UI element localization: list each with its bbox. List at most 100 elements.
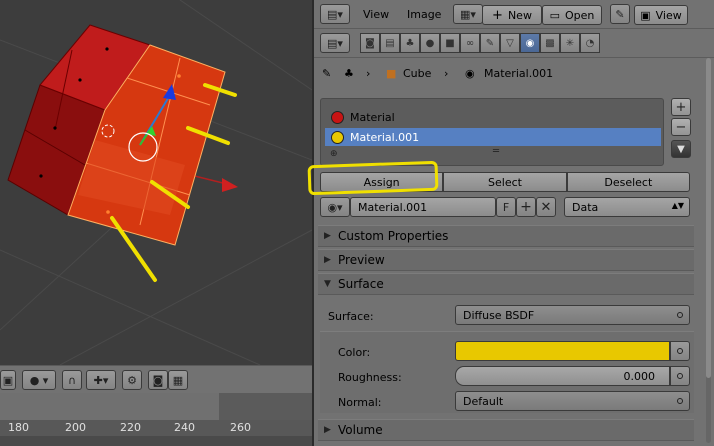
open-image-button[interactable]: ▭ Open	[542, 5, 602, 25]
panel-preview[interactable]: ▶ Preview	[318, 249, 694, 271]
new-material-plus-icon[interactable]: +	[516, 197, 536, 217]
link-dropdown[interactable]: Data ▲▼	[564, 197, 690, 217]
view-mode-icon[interactable]: ▣	[0, 370, 16, 390]
panel-custom-properties[interactable]: ▶ Custom Properties	[318, 225, 694, 247]
material-tab-icon[interactable]: ◉	[520, 33, 540, 53]
plus-icon: +	[492, 7, 503, 23]
scene-icon: ♣	[344, 67, 354, 80]
timeline-tick: 220	[120, 421, 141, 434]
breadcrumb: ✎ ♣ › ■ Cube › ◉ Material.001	[314, 58, 714, 88]
render-layers-tab-icon[interactable]: ▤	[380, 33, 400, 53]
select-button[interactable]: Select	[443, 172, 567, 192]
timeline-ruler[interactable]	[0, 420, 312, 436]
material-browse-dropdown[interactable]: ◉▾	[320, 197, 350, 217]
color-label: Color:	[338, 346, 371, 359]
material-icon: ◉	[465, 67, 475, 80]
menu-image[interactable]: Image	[407, 8, 441, 21]
properties-header: ▤▾ ◙ ▤ ♣ ● ■ ∞ ✎ ▽ ◉ ▩ ✳ ◔	[314, 29, 714, 58]
particles-tab-icon[interactable]: ✳	[560, 33, 580, 53]
updown-arrow-icon: ▲▼	[671, 201, 684, 210]
editor-type-dropdown-props[interactable]: ▤▾	[320, 33, 350, 53]
breadcrumb-material: Material.001	[484, 67, 554, 80]
fake-user-button[interactable]: F	[496, 197, 516, 217]
normal-field[interactable]: Default	[455, 391, 690, 411]
image-browse-dropdown[interactable]: ▦▾	[453, 4, 483, 24]
timeline[interactable]: 180 200 220 240 260	[0, 393, 312, 446]
timeline-tick: 260	[230, 421, 251, 434]
render-icon[interactable]: ◙	[148, 370, 168, 390]
snap-icon[interactable]: ∩	[62, 370, 82, 390]
unlink-material-icon[interactable]: ✕	[536, 197, 556, 217]
object-icon: ■	[386, 67, 397, 80]
roughness-slider[interactable]: 0.000	[455, 366, 670, 386]
annotation-highlight	[307, 160, 439, 196]
data-tab-icon[interactable]: ▽	[500, 33, 520, 53]
deselect-button[interactable]: Deselect	[566, 172, 690, 192]
pivot-dropdown[interactable]: ✚▾	[86, 370, 116, 390]
viewport-header: ▣ ● ▾ ∩ ✚▾ ⚙ ◙ ▦	[0, 365, 312, 393]
menu-view[interactable]: View	[363, 8, 389, 21]
material-preview-icon	[331, 110, 344, 124]
context-tabs: ◙ ▤ ♣ ● ■ ∞ ✎ ▽ ◉ ▩ ✳ ◔	[360, 33, 610, 53]
add-slot-button[interactable]: +	[671, 98, 691, 116]
material-preview-icon	[331, 130, 344, 144]
scrollbar[interactable]	[706, 58, 711, 443]
remove-slot-button[interactable]: −	[671, 118, 691, 136]
modifiers-tab-icon[interactable]: ✎	[480, 33, 500, 53]
editor-type-dropdown[interactable]: ▤▾	[320, 4, 350, 24]
image-icon: ▣	[640, 8, 651, 22]
timeline-range-outside	[219, 393, 312, 420]
viewport-canvas	[0, 0, 312, 365]
material-name-field[interactable]: Material.001	[350, 197, 496, 217]
resize-handle-icon[interactable]: ═	[493, 146, 499, 157]
render-tab-icon[interactable]: ◙	[360, 33, 380, 53]
new-image-button[interactable]: + New	[482, 5, 542, 25]
pin-icon[interactable]: ✎	[322, 67, 331, 80]
panel-surface[interactable]: ▼ Surface	[318, 273, 694, 295]
surface-label: Surface:	[328, 310, 374, 323]
chevron-right-icon: ›	[444, 67, 449, 80]
image-editor-header: ▤▾ View Image ▦▾ + New ▭ Open ✎ ▣ View	[314, 0, 714, 29]
expand-triangle-icon: ▶	[324, 255, 331, 265]
roughness-socket-button[interactable]	[670, 366, 690, 386]
chevron-right-icon: ›	[366, 67, 371, 80]
properties-editor: ▤▾ View Image ▦▾ + New ▭ Open ✎ ▣ View ▤…	[307, 0, 714, 446]
roughness-value: 0.000	[623, 370, 656, 383]
x-axis-arrow	[222, 178, 238, 192]
clapboard-icon[interactable]: ▦	[168, 370, 188, 390]
physics-tab-icon[interactable]: ◔	[580, 33, 600, 53]
slot-specials-dropdown[interactable]: ▼	[671, 140, 691, 158]
timeline-tick: 200	[65, 421, 86, 434]
timeline-tick: 240	[174, 421, 195, 434]
filter-icon[interactable]: ⊕	[330, 149, 338, 159]
pin-icon[interactable]: ✎	[610, 4, 630, 24]
socket-icon	[677, 398, 683, 404]
panel-volume[interactable]: ▶ Volume	[318, 419, 694, 441]
object-tab-icon[interactable]: ■	[440, 33, 460, 53]
expand-triangle-icon: ▶	[324, 425, 331, 435]
folder-icon: ▭	[549, 8, 560, 22]
normal-label: Normal:	[338, 396, 382, 409]
collapse-triangle-icon: ▼	[324, 279, 331, 289]
scrollbar-thumb[interactable]	[706, 58, 711, 378]
timeline-tick: 180	[8, 421, 29, 434]
roughness-label: Roughness:	[338, 371, 402, 384]
surface-shader-field[interactable]: Diffuse BSDF	[455, 305, 690, 325]
material-slot-list[interactable]: Material Material.001 ⊕ ═	[320, 98, 664, 166]
socket-icon	[677, 348, 683, 354]
shading-dropdown[interactable]: ● ▾	[22, 370, 56, 390]
proportional-edit-icon[interactable]: ⚙	[122, 370, 142, 390]
color-socket-button[interactable]	[670, 341, 690, 361]
world-tab-icon[interactable]: ●	[420, 33, 440, 53]
texture-tab-icon[interactable]: ▩	[540, 33, 560, 53]
view-mode-dropdown[interactable]: ▣ View	[634, 5, 688, 25]
expand-triangle-icon: ▶	[324, 231, 331, 241]
color-swatch[interactable]	[455, 341, 670, 361]
breadcrumb-object: Cube	[403, 67, 432, 80]
scene-tab-icon[interactable]: ♣	[400, 33, 420, 53]
constraints-tab-icon[interactable]: ∞	[460, 33, 480, 53]
material-slot-selected[interactable]: Material.001	[325, 128, 661, 146]
material-slot[interactable]: Material	[325, 108, 661, 126]
3d-viewport[interactable]	[0, 0, 312, 365]
socket-icon	[677, 312, 683, 318]
